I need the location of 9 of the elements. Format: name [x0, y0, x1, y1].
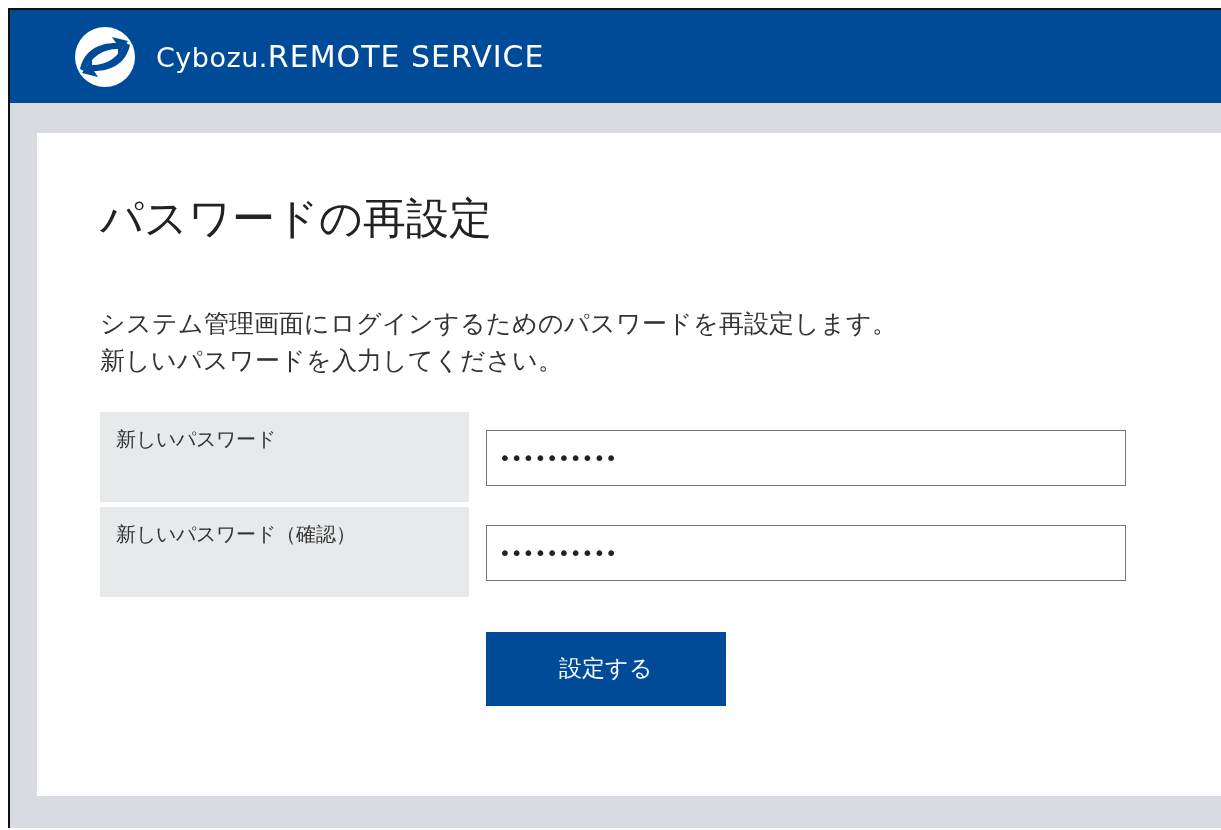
password-field[interactable]: •••••••••• — [486, 429, 1126, 486]
field-label: 新しいパスワード — [100, 411, 469, 502]
description-text: システム管理画面にログインするためのパスワードを再設定します。 — [100, 307, 897, 340]
submit-button[interactable]: 設定する — [486, 631, 726, 706]
page-title: パスワードの再設定 — [100, 192, 492, 245]
field-label: 新しいパスワード（確認） — [100, 506, 469, 597]
password-field[interactable]: •••••••••• — [486, 524, 1126, 581]
logo-text: Cybozu.REMOTE SERVICE — [156, 39, 545, 74]
description-text: 新しいパスワードを入力してください。 — [100, 344, 563, 377]
